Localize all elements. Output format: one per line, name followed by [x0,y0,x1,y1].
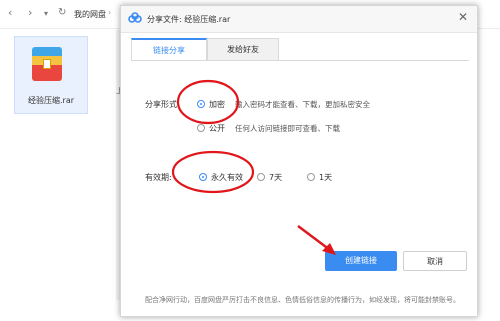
annotation-circle-encrypt [176,79,240,125]
annotation-arrow-line [297,225,331,251]
annotation-layer [171,79,336,255]
annotation-circle-validity [171,150,255,194]
